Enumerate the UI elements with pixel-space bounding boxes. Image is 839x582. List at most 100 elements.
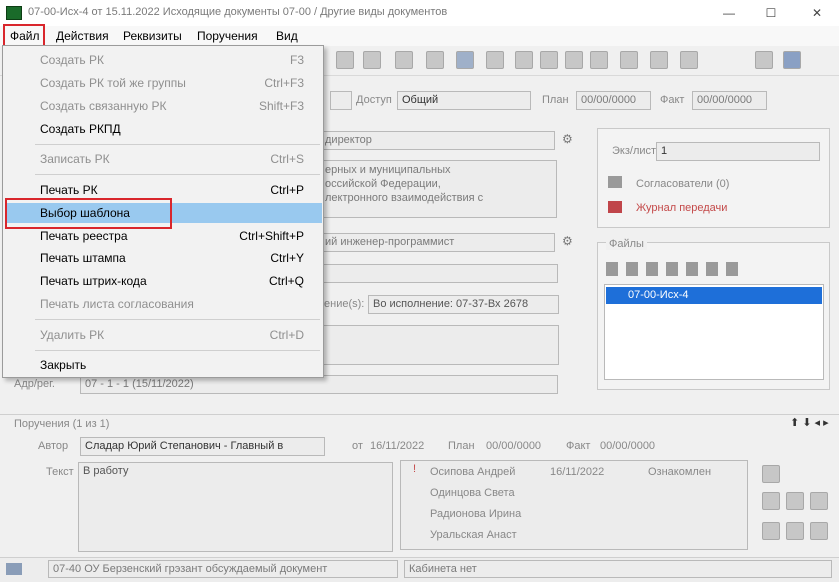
menu-item-save-rk[interactable]: Записать РК Ctrl+S (4, 149, 322, 169)
asg-plan-label: План (448, 440, 475, 452)
menu-separator (35, 144, 320, 145)
executor-name[interactable]: Уральская Анаст (430, 529, 517, 541)
menu-requisites[interactable]: Реквизиты (119, 27, 186, 45)
choose-template-highlight (5, 198, 172, 229)
menu-file-highlight (3, 24, 45, 47)
author-field[interactable]: Сладар Юрий Степанович - Главный в (80, 437, 325, 456)
executor-field[interactable]: ий инженер-программист (320, 233, 555, 252)
files-header[interactable]: Файлы (606, 238, 647, 250)
files-toolbar-icons[interactable] (606, 262, 746, 276)
file-item[interactable]: 07-00-Исх-4 (606, 287, 822, 304)
journal-icon (608, 201, 622, 213)
exec-report-icon[interactable] (762, 522, 780, 540)
plan-date-field[interactable]: 00/00/0000 (576, 91, 651, 110)
section-divider (0, 414, 839, 415)
menu-assignments[interactable]: Поручения (193, 27, 262, 45)
menu-item-print-registry[interactable]: Печать реестра Ctrl+Shift+P (4, 226, 322, 246)
exec-print-icon[interactable] (786, 522, 804, 540)
menu-separator (35, 350, 320, 351)
toolbar-stamp-icon[interactable] (650, 51, 668, 69)
status-left: 07-40 ОУ Берзенский грэзант обсуждаемый … (48, 560, 398, 578)
link-label: ение(s): (324, 298, 365, 310)
toolbar-next-icon[interactable] (565, 51, 583, 69)
executor-name[interactable]: Одинцова Света (430, 487, 515, 499)
summary-line: лектронного взаимодействия с (325, 192, 484, 204)
signer-lookup-icon[interactable]: ⚙ (562, 132, 573, 146)
minimize-button[interactable]: — (718, 4, 740, 22)
author-label: Автор (38, 440, 69, 452)
exec-history-icon[interactable] (810, 522, 828, 540)
menu-actions[interactable]: Действия (52, 27, 113, 45)
toolbar-send-icon[interactable] (456, 51, 474, 69)
extra-field[interactable] (320, 264, 558, 283)
toolbar-ep-icon[interactable] (680, 51, 698, 69)
summary-field[interactable]: ерных и муниципальных оссийской Федераци… (320, 160, 557, 218)
executor-date: 16/11/2022 (550, 466, 605, 478)
toolbar-paste-icon[interactable] (363, 51, 381, 69)
toolbar-link-icon[interactable] (426, 51, 444, 69)
assignments-nav-icons[interactable]: ⬆ ⬇ ◂ ▸ (790, 416, 829, 429)
menu-item-close[interactable]: Закрыть (4, 355, 322, 375)
toolbar-help-icon[interactable] (783, 51, 801, 69)
text-label: Текст (46, 466, 74, 478)
copies-label: Экз/лист (612, 145, 657, 157)
exec-add-icon[interactable] (762, 465, 780, 483)
close-button[interactable]: ✕ (806, 4, 828, 22)
toolbar-refresh-icon[interactable] (395, 51, 413, 69)
exec-edit-icon[interactable] (762, 492, 780, 510)
executor-lookup-icon[interactable]: ⚙ (562, 234, 573, 248)
assignments-header[interactable]: Поручения (1 из 1) (14, 418, 109, 430)
approvals-icon (608, 176, 622, 188)
priority-icon: ! (413, 463, 417, 475)
menu-separator (35, 174, 320, 175)
copies-field[interactable]: 1 (656, 142, 820, 161)
reg-label: Адр/рег. (14, 378, 55, 390)
toolbar-sign-icon[interactable] (620, 51, 638, 69)
journal-link[interactable]: Журнал передачи (636, 202, 727, 214)
menu-view[interactable]: Вид (272, 27, 302, 45)
signer-field[interactable]: директор (320, 131, 555, 150)
menu-item-create-rk-same-group[interactable]: Создать РК той же группы Ctrl+F3 (4, 73, 322, 93)
executor-status: Ознакомлен (648, 466, 712, 478)
toolbar-prev-icon[interactable] (540, 51, 558, 69)
kind-field[interactable] (330, 91, 352, 110)
menu-item-print-rk[interactable]: Печать РК Ctrl+P (4, 180, 322, 200)
menu-item-print-approval-sheet[interactable]: Печать листа согласования (4, 294, 322, 314)
plan-label: План (542, 94, 569, 106)
executor-name[interactable]: Осипова Андрей (430, 466, 515, 478)
menu-item-delete-rk[interactable]: Удалить РК Ctrl+D (4, 325, 322, 345)
toolbar-last-icon[interactable] (590, 51, 608, 69)
summary-line: оссийской Федерации, (325, 178, 441, 190)
note-field[interactable] (320, 325, 559, 365)
access-label: Доступ (356, 94, 392, 106)
menu-item-print-stamp[interactable]: Печать штампа Ctrl+Y (4, 248, 322, 268)
asg-fact-value: 00/00/0000 (600, 440, 656, 452)
assignment-text-field[interactable]: В работу (78, 462, 393, 552)
menu-item-create-rk[interactable]: Создать РК F3 (4, 50, 322, 70)
asg-fact-label: Факт (566, 440, 591, 452)
access-select[interactable]: Общий (397, 91, 531, 110)
menu-item-create-rkpd[interactable]: Создать РКПД (4, 119, 322, 139)
toolbar-first-icon[interactable] (515, 51, 533, 69)
link-field[interactable]: Во исполнение: 07-37-Вх 2678 (368, 295, 559, 314)
menu-separator (35, 319, 320, 320)
fact-date-field[interactable]: 00/00/0000 (692, 91, 767, 110)
window-title: 07-00-Исх-4 от 15.11.2022 Исходящие доку… (28, 6, 448, 18)
menu-item-create-linked-rk[interactable]: Создать связанную РК Shift+F3 (4, 96, 322, 116)
status-icon (6, 563, 22, 575)
exec-delete-icon[interactable] (810, 492, 828, 510)
toolbar-copy-icon[interactable] (336, 51, 354, 69)
fact-label: Факт (660, 94, 685, 106)
maximize-button[interactable]: ☐ (760, 4, 782, 22)
summary-line: ерных и муниципальных (325, 164, 451, 176)
date-value: 16/11/2022 (370, 440, 425, 452)
toolbar-settings-icon[interactable] (755, 51, 773, 69)
asg-plan-value: 00/00/0000 (486, 440, 542, 452)
executor-name[interactable]: Радионова Ирина (430, 508, 521, 520)
app-icon (6, 6, 22, 20)
exec-copy-icon[interactable] (786, 492, 804, 510)
status-right: Кабинета нет (404, 560, 832, 578)
menu-item-print-barcode[interactable]: Печать штрих-кода Ctrl+Q (4, 271, 322, 291)
approvals-link[interactable]: Согласователи (0) (636, 178, 729, 190)
toolbar-move-icon[interactable] (486, 51, 504, 69)
